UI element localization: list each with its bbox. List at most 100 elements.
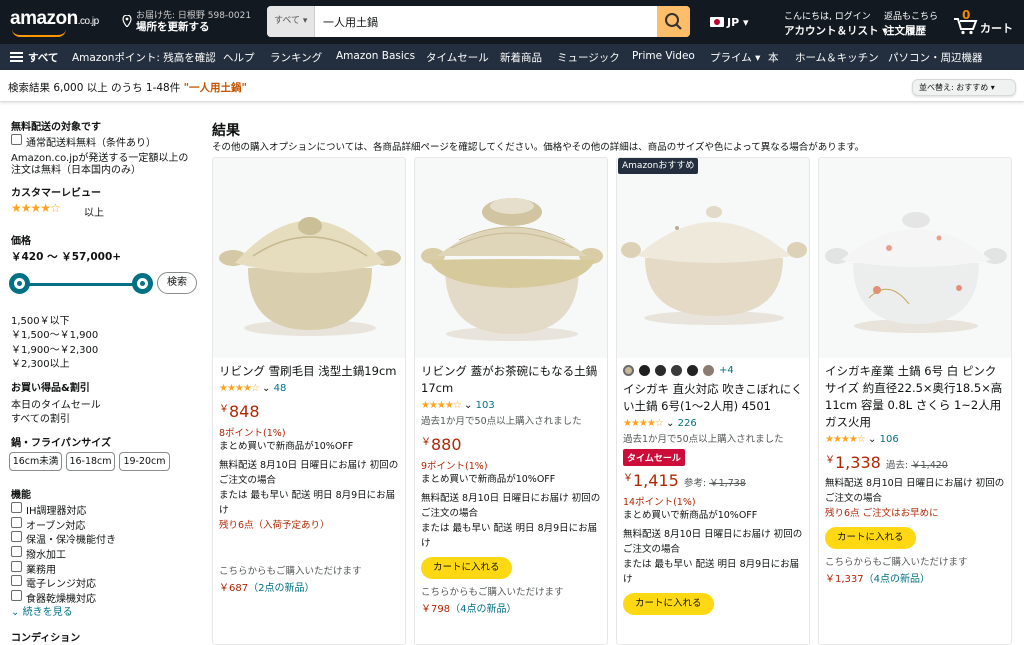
product-title[interactable]: イシガキ 直火対応 吹きこぼれにくい土鍋 6号(1〜2人用) 4501 — [623, 381, 803, 415]
results-heading: 結果 — [212, 123, 240, 139]
function-checkbox[interactable] — [11, 575, 22, 586]
color-swatch[interactable] — [639, 365, 650, 376]
product-image[interactable] — [213, 158, 405, 358]
function-checkbox[interactable] — [11, 502, 22, 513]
deal-link-all[interactable]: すべての割引 — [11, 410, 70, 425]
hamburger-menu-icon[interactable] — [10, 52, 23, 62]
rating-count[interactable]: 106 — [880, 434, 899, 445]
nav-item-music[interactable]: ミュージック — [557, 50, 620, 65]
review-filter-suffix[interactable]: 以上 — [84, 204, 104, 219]
sort-dropdown[interactable]: 並べ替え: おすすめ ▾ — [912, 79, 1016, 96]
alt-offer[interactable]: ￥798（4点の新品） — [421, 600, 601, 615]
nav-item-ranking[interactable]: ランキング — [270, 50, 322, 65]
size-filter-under16[interactable]: 16cm未満 — [9, 452, 62, 471]
product-rating[interactable]: ★★★★☆ ⌄ 226 — [623, 418, 803, 429]
price-link[interactable]: ￥2,300以上 — [11, 355, 70, 370]
nav-item-timesale[interactable]: タイムセール — [426, 50, 489, 65]
price-link[interactable]: 1,500￥以下 — [11, 312, 70, 327]
see-more-link[interactable]: ⌄ 続きを見る — [11, 603, 73, 618]
price-slider-min-handle[interactable] — [9, 273, 30, 294]
search-button[interactable] — [657, 6, 690, 37]
chevron-down-icon: ⌄ — [262, 383, 271, 394]
alt-offer[interactable]: ￥1,337（4点の新品） — [825, 570, 1005, 585]
alt-offer[interactable]: ￥687（2点の新品） — [219, 579, 399, 594]
add-to-cart-button[interactable]: カートに入れる — [825, 527, 916, 549]
size-filter-19-20[interactable]: 19-20cm — [119, 452, 170, 471]
search-input[interactable] — [315, 6, 658, 37]
product-card[interactable]: リビング 蓋がお茶碗にもなる土鍋 17cm ★★★★☆ ⌄ 103 過去1か月で… — [414, 157, 608, 645]
function-checkbox[interactable] — [11, 561, 22, 572]
color-swatch[interactable] — [655, 365, 666, 376]
chevron-down-icon: ⌄ — [868, 434, 877, 445]
product-price: ￥1,415 参考: ￥1,738 — [623, 471, 746, 490]
time-sale-badge: タイムセール — [623, 449, 685, 466]
language-selector[interactable]: JP ▾ — [710, 16, 749, 29]
search-category-dropdown[interactable]: すべて ▾ — [267, 6, 315, 37]
search-icon — [665, 13, 682, 30]
color-swatch[interactable] — [671, 365, 682, 376]
product-card[interactable]: リビング 雪刷毛目 浅型土鍋19cm ★★★★☆ ⌄ 48 ￥848 8ポイント… — [212, 157, 406, 645]
product-image[interactable] — [415, 158, 607, 358]
product-info: リビング 雪刷毛目 浅型土鍋19cm ★★★★☆ ⌄ 48 ￥848 8ポイント… — [219, 363, 399, 594]
function-checkbox[interactable] — [11, 517, 22, 528]
function-option-microwave[interactable]: 電子レンジ対応 — [26, 575, 96, 590]
review-filter-stars[interactable]: ★★★★☆ — [11, 201, 61, 215]
nav-item-home-kitchen[interactable]: ホーム＆キッチン — [795, 50, 879, 65]
nav-item-prime[interactable]: プライム ▾ — [710, 50, 760, 65]
bulk-discount: まとめ買いで新商品が10%OFF — [623, 510, 758, 521]
color-swatch[interactable] — [623, 365, 634, 376]
product-card[interactable]: +4 イシガキ 直火対応 吹きこぼれにくい土鍋 6号(1〜2人用) 4501 ★… — [616, 157, 810, 645]
price-slider-max-handle[interactable] — [132, 273, 153, 294]
product-rating[interactable]: ★★★★☆ ⌄ 103 — [421, 400, 601, 411]
product-title[interactable]: リビング 雪刷毛目 浅型土鍋19cm — [219, 363, 399, 380]
function-option-insulated[interactable]: 保温・保冷機能付き — [26, 531, 116, 546]
nav-item-new-releases[interactable]: 新着商品 — [500, 50, 542, 65]
color-swatch[interactable] — [687, 365, 698, 376]
rating-count[interactable]: 103 — [476, 400, 495, 411]
size-filter-16-18[interactable]: 16-18cm — [66, 452, 115, 471]
search-bar: すべて ▾ — [267, 6, 690, 37]
product-image[interactable] — [819, 158, 1011, 358]
free-shipping-checkbox[interactable] — [11, 134, 22, 145]
product-image[interactable] — [617, 158, 809, 358]
function-option-commercial[interactable]: 業務用 — [26, 561, 56, 576]
color-swatches: +4 — [623, 365, 803, 381]
product-card[interactable]: イシガキ産業 土鍋 6号 白 ピンク サイズ 約直径22.5×奥行18.5×高1… — [818, 157, 1012, 645]
cart-button[interactable]: 0 カート — [950, 8, 1020, 38]
more-colors-link[interactable]: +4 — [719, 365, 734, 376]
nav-item-prime-video[interactable]: Prime Video — [632, 50, 695, 62]
add-to-cart-button[interactable]: カートに入れる — [623, 593, 714, 615]
nav-item-amazon-basics[interactable]: Amazon Basics — [336, 50, 415, 62]
nav-item-help[interactable]: ヘルプ — [223, 50, 255, 65]
function-option-water-repellent[interactable]: 撥水加工 — [26, 546, 66, 561]
free-shipping-option[interactable]: 通常配送料無料（条件あり） — [26, 134, 156, 149]
returns-label: 返品もこちら — [884, 12, 939, 22]
deal-link-today[interactable]: 本日のタイムセール — [11, 396, 101, 411]
rating-count[interactable]: 48 — [274, 383, 287, 394]
nav-item-pc[interactable]: パソコン・周辺機器 — [888, 50, 983, 65]
price-slider-track[interactable] — [19, 283, 141, 286]
product-rating[interactable]: ★★★★☆ ⌄ 48 — [219, 383, 399, 394]
add-to-cart-button[interactable]: カートに入れる — [421, 557, 512, 579]
price-go-button[interactable]: 検索 — [157, 272, 197, 294]
nav-all-menu[interactable]: すべて — [28, 50, 58, 65]
function-checkbox[interactable] — [11, 531, 22, 542]
function-option-oven[interactable]: オーブン対応 — [26, 517, 85, 532]
product-title[interactable]: リビング 蓋がお茶碗にもなる土鍋 17cm — [421, 363, 601, 397]
function-checkbox[interactable] — [11, 546, 22, 557]
update-location-link[interactable]: 場所を更新する — [136, 19, 210, 34]
product-title[interactable]: イシガキ産業 土鍋 6号 白 ピンク サイズ 約直径22.5×奥行18.5×高1… — [825, 363, 1005, 431]
function-option-ih[interactable]: IH調理器対応 — [26, 502, 86, 517]
nav-item-books[interactable]: 本 — [768, 50, 779, 65]
nav-item-points[interactable]: Amazonポイント: 残高を確認 — [72, 50, 216, 65]
function-checkbox[interactable] — [11, 590, 22, 601]
product-price: ￥1,338 過去: ￥1,420 — [825, 453, 948, 472]
price-link[interactable]: ￥1,900～￥2,300 — [11, 341, 98, 356]
account-menu[interactable]: こんにちは, ログイン アカウント＆リスト ▾ — [784, 9, 887, 38]
price-link[interactable]: ￥1,500～￥1,900 — [11, 326, 98, 341]
color-swatch[interactable] — [703, 365, 714, 376]
product-rating[interactable]: ★★★★☆ ⌄ 106 — [825, 434, 1005, 445]
amazon-logo[interactable]: amazon.co.jp — [10, 8, 99, 30]
rating-count[interactable]: 226 — [678, 418, 697, 429]
returns-orders[interactable]: 返品もこちら 注文履歴 — [884, 9, 938, 38]
